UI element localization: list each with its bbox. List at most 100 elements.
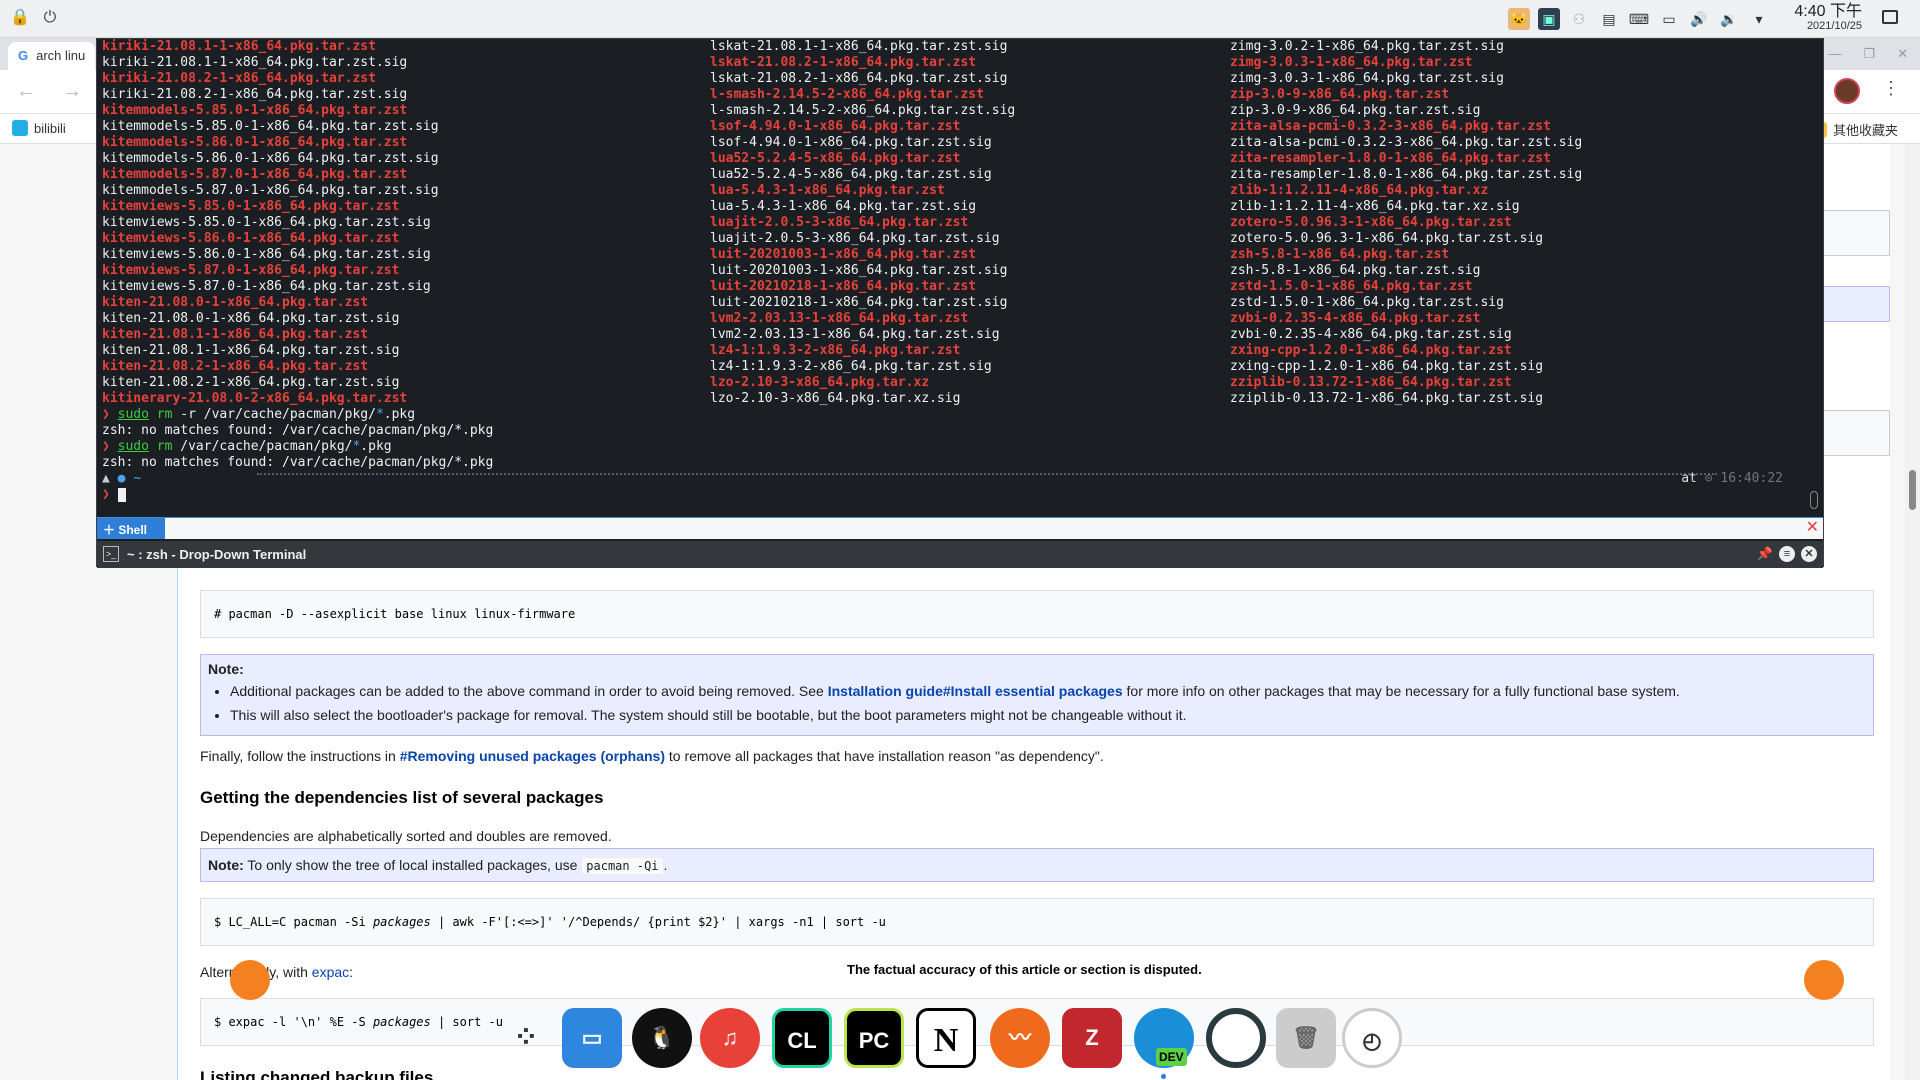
notion-icon[interactable]: N xyxy=(916,1008,976,1068)
minimize-icon[interactable]: — xyxy=(1828,46,1841,62)
orphans-link[interactable]: #Removing unused packages (orphans) xyxy=(400,748,665,764)
power-icon[interactable]: ⏻ xyxy=(40,8,60,28)
terminal-file-entry: luit-20201003-1-x86_64.pkg.tar.zst.sig xyxy=(710,263,1008,278)
back-arrow-icon[interactable]: ← xyxy=(16,80,36,103)
menu-dots-icon[interactable]: ⋮ xyxy=(1882,78,1900,99)
note-item: This will also select the bootloader's p… xyxy=(230,707,1866,724)
terminal-file-entry: lz4-1:1.9.3-2-x86_64.pkg.tar.zst.sig xyxy=(710,359,992,374)
page-scrollbar[interactable] xyxy=(1905,144,1920,1080)
terminal-file-entry: kiten-21.08.0-1-x86_64.pkg.tar.zst.sig xyxy=(102,311,400,326)
qq-icon[interactable]: 🐧 xyxy=(632,1008,692,1068)
terminal-file-entry: kitemmodels-5.87.0-1-x86_64.pkg.tar.zst.… xyxy=(102,183,439,198)
terminal-file-entry: zip-3.0-9-x86_64.pkg.tar.zst xyxy=(1230,87,1450,102)
sudo-command: sudo xyxy=(117,407,149,422)
expand-tray-icon[interactable]: ▾ xyxy=(1748,8,1770,30)
command-line: ❯ sudo rm /var/cache/pacman/pkg/*.pkg xyxy=(102,439,392,455)
code-text: | awk -F'[:<=>]' '/^Depends/ {print $2}'… xyxy=(437,915,886,929)
bookmark-label: bilibili xyxy=(34,120,66,136)
file-manager-icon[interactable]: ▭ xyxy=(562,1008,622,1068)
terminal-file-entry: kitemviews-5.86.0-1-x86_64.pkg.tar.zst.s… xyxy=(102,247,431,262)
close-window-icon[interactable]: ✕ xyxy=(1801,546,1817,562)
terminal-file-entry: luit-20210218-1-x86_64.pkg.tar.zst.sig xyxy=(710,295,1008,310)
terminal-file-entry: lzo-2.10-3-x86_64.pkg.tar.xz xyxy=(710,375,930,390)
trash-icon[interactable]: 🗑 xyxy=(1276,1008,1336,1068)
error-line: zsh: no matches found: /var/cache/pacman… xyxy=(102,455,494,470)
terminal-file-entry: kitemviews-5.85.0-1-x86_64.pkg.tar.zst xyxy=(102,199,400,214)
netease-music-icon[interactable]: ♫ xyxy=(700,1008,760,1068)
profile-avatar[interactable] xyxy=(1834,78,1860,104)
note-label: Note: xyxy=(208,857,244,873)
obs-icon[interactable] xyxy=(1206,1008,1266,1068)
disputed-banner: The factual accuracy of this article or … xyxy=(847,962,1202,977)
tab-active[interactable]: G arch linu xyxy=(8,42,96,70)
terminal-file-entry: zimg-3.0.3-1-x86_64.pkg.tar.zst.sig xyxy=(1230,71,1504,86)
install-guide-link[interactable]: Installation guide#Install essential pac… xyxy=(828,683,1123,699)
terminal-file-entry: zziplib-0.13.72-1-x86_64.pkg.tar.zst xyxy=(1230,375,1512,390)
maximize-icon[interactable]: ❐ xyxy=(1863,46,1875,62)
edge-dev-icon[interactable]: DEV xyxy=(1134,1008,1194,1068)
note-text: To only show the tree of local installed… xyxy=(243,857,582,873)
terminal-scrollbar[interactable] xyxy=(1810,491,1818,509)
terminal-file-entry: l-smash-2.14.5-2-x86_64.pkg.tar.zst xyxy=(710,87,984,102)
display-icon[interactable]: ▭ xyxy=(1658,8,1680,30)
note-list: Additional packages can be added to the … xyxy=(230,683,1866,724)
zotero-label: Z xyxy=(1085,1025,1099,1050)
terminal-file-entry: zotero-5.0.96.3-1-x86_64.pkg.tar.zst xyxy=(1230,215,1512,230)
terminal-window-buttons: 📌 ≡ ✕ xyxy=(1757,546,1817,562)
paragraph: Finally, follow the instructions in #Rem… xyxy=(200,748,1104,764)
speaker-icon[interactable]: 🔉 xyxy=(1718,8,1740,30)
show-desktop-icon[interactable] xyxy=(1882,10,1898,24)
para-text: to remove all packages that have install… xyxy=(665,748,1104,764)
zotero-icon[interactable]: Z xyxy=(1062,1008,1122,1068)
terminal-file-entry: kiriki-21.08.1-1-x86_64.pkg.tar.zst.sig xyxy=(102,55,408,70)
dropdown-terminal[interactable]: kiriki-21.08.1-1-x86_64.pkg.tar.zst kirik… xyxy=(96,38,1824,568)
lock-icon[interactable]: 🔒 xyxy=(10,8,30,28)
terminal-file-entry: zsh-5.8-1-x86_64.pkg.tar.zst xyxy=(1230,247,1450,262)
command-line: ❯ sudo rm -r /var/cache/pacman/pkg/*.pkg xyxy=(102,407,415,423)
system-tray: 🐱 ▣ ⚇ ▤ ⌨ ▭ 🔊 🔉 ▾ xyxy=(1508,8,1770,30)
terminal-file-entry: luit-20201003-1-x86_64.pkg.tar.zst xyxy=(710,247,977,262)
pycharm-icon[interactable]: PC xyxy=(844,1008,904,1068)
command-args: -r /var/cache/pacman/pkg/ xyxy=(172,407,376,422)
dock: ⁘ ▭ 🐧 ♫ CL PC N 〰 Z DEV 🗑 ◴ xyxy=(496,1000,1428,1080)
rm-command: rm xyxy=(156,407,173,422)
terminal-file-entry: zita-alsa-pcmi-0.3.2-3-x86_64.pkg.tar.zs… xyxy=(1230,119,1551,134)
cat-app-icon[interactable]: 🐱 xyxy=(1508,8,1530,30)
clipboard-icon[interactable]: ▤ xyxy=(1598,8,1620,30)
expac-link[interactable]: expac xyxy=(312,964,349,980)
keyboard-icon[interactable]: ⌨ xyxy=(1628,8,1650,30)
volume-icon[interactable]: 🔊 xyxy=(1688,8,1710,30)
launcher-icon[interactable]: ⁘ xyxy=(496,1008,556,1068)
clock[interactable]: 4:40 下午 2021/10/25 xyxy=(1794,3,1862,33)
paragraph: Alternatively, with expac: xyxy=(200,964,353,980)
terminal-file-entry: zotero-5.0.96.3-1-x86_64.pkg.tar.zst.sig xyxy=(1230,231,1544,246)
notion-label: N xyxy=(933,1022,959,1059)
text-cursor xyxy=(117,487,126,502)
bookmark-bilibili[interactable]: bilibili xyxy=(12,120,66,136)
terminal-file-entry: zstd-1.5.0-1-x86_64.pkg.tar.zst xyxy=(1230,279,1473,294)
pin-icon[interactable]: 📌 xyxy=(1757,546,1773,562)
terminal-file-entry: zlib-1:1.2.11-4-x86_64.pkg.tar.xz xyxy=(1230,183,1489,198)
forward-arrow-icon[interactable]: → xyxy=(62,80,82,103)
clion-icon[interactable]: CL xyxy=(772,1008,832,1068)
google-icon: G xyxy=(18,48,29,63)
terminal-file-entry: zxing-cpp-1.2.0-1-x86_64.pkg.tar.zst xyxy=(1230,343,1512,358)
close-tab-icon[interactable]: ✕ xyxy=(1806,520,1819,536)
clock-app-icon[interactable]: ◴ xyxy=(1342,1008,1402,1068)
terminal-file-entry: luit-20210218-1-x86_64.pkg.tar.zst xyxy=(710,279,977,294)
terminal-file-entry: kitemmodels-5.87.0-1-x86_64.pkg.tar.zst xyxy=(102,167,408,182)
scroll-thumb[interactable] xyxy=(1909,470,1916,510)
bookmark-other-folder[interactable]: 其他收藏夹 xyxy=(1816,120,1898,139)
tab-shell[interactable]: ＋ Shell xyxy=(97,518,165,539)
wps-icon[interactable]: 〰 xyxy=(990,1008,1050,1068)
clock-time: 4:40 下午 xyxy=(1794,3,1862,20)
close-icon[interactable]: ✕ xyxy=(1897,46,1908,62)
terminal-file-entry: kiriki-21.08.1-1-x86_64.pkg.tar.zst xyxy=(102,39,376,54)
dev-badge: DEV xyxy=(1156,1048,1187,1066)
terminal-titlebar: >_ ~ : zsh - Drop-Down Terminal 📌 ≡ ✕ xyxy=(97,541,1823,568)
terminal-tray-icon[interactable]: ▣ xyxy=(1538,8,1560,30)
person-icon[interactable]: ⚇ xyxy=(1568,8,1590,30)
paragraph: Dependencies are alphabetically sorted a… xyxy=(200,828,612,844)
menu-icon[interactable]: ≡ xyxy=(1779,546,1795,562)
input-line[interactable]: ❯ xyxy=(102,487,126,503)
